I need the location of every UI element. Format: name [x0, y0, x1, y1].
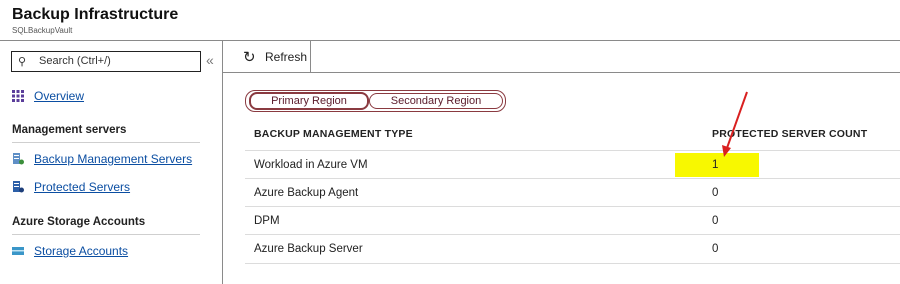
region-toggle: Primary Region Secondary Region — [245, 90, 506, 112]
server-icon — [13, 153, 24, 165]
overview-icon — [12, 90, 24, 102]
table-row[interactable]: Azure Backup Server 0 — [245, 234, 900, 264]
tab-primary-region[interactable]: Primary Region — [249, 92, 369, 110]
cell-type: Azure Backup Server — [254, 243, 363, 255]
vault-name: SQLBackupVault — [12, 26, 73, 35]
column-header-count[interactable]: PROTECTED SERVER COUNT — [712, 128, 867, 140]
search-placeholder: Search (Ctrl+/) — [39, 55, 111, 67]
table-row[interactable]: Azure Backup Agent 0 — [245, 178, 900, 207]
collapse-sidebar-button[interactable]: « — [206, 52, 214, 68]
section-divider — [12, 234, 200, 235]
refresh-label: Refresh — [265, 50, 308, 64]
table-row[interactable]: DPM 0 — [245, 206, 900, 235]
tab-secondary-region[interactable]: Secondary Region — [369, 93, 503, 109]
cell-count: 0 — [712, 243, 719, 255]
section-management-servers: Management servers — [12, 124, 127, 136]
storage-icon — [12, 247, 24, 255]
table-row[interactable]: Workload in Azure VM 1 — [245, 150, 900, 179]
search-input[interactable]: ⚲ Search (Ctrl+/) — [11, 51, 201, 72]
sidebar-item-label: Backup Management Servers — [34, 152, 193, 166]
protected-server-icon — [13, 181, 24, 193]
sidebar-item-label: Storage Accounts — [34, 244, 129, 258]
refresh-icon: ↻ — [243, 49, 256, 66]
cell-type: DPM — [254, 215, 280, 227]
column-header-type[interactable]: BACKUP MANAGEMENT TYPE — [254, 128, 413, 140]
cell-count: 1 — [712, 159, 719, 171]
cell-type: Workload in Azure VM — [254, 159, 368, 171]
section-azure-storage-accounts: Azure Storage Accounts — [12, 216, 146, 228]
refresh-button[interactable]: ↻ Refresh — [223, 41, 311, 72]
sidebar: ⚲ Search (Ctrl+/) « Overview Management … — [0, 41, 223, 284]
page-title: Backup Infrastructure — [12, 6, 179, 23]
section-divider — [12, 142, 200, 143]
cell-type: Azure Backup Agent — [254, 187, 359, 199]
cell-count: 0 — [712, 187, 719, 199]
sidebar-item-label: Protected Servers — [34, 180, 131, 194]
command-bar: ↻ Refresh — [223, 41, 900, 73]
search-icon: ⚲ — [18, 56, 27, 68]
sidebar-item-label: Overview — [34, 89, 85, 103]
cell-count: 0 — [712, 215, 719, 227]
blade-header: Backup Infrastructure SQLBackupVault — [0, 0, 900, 41]
